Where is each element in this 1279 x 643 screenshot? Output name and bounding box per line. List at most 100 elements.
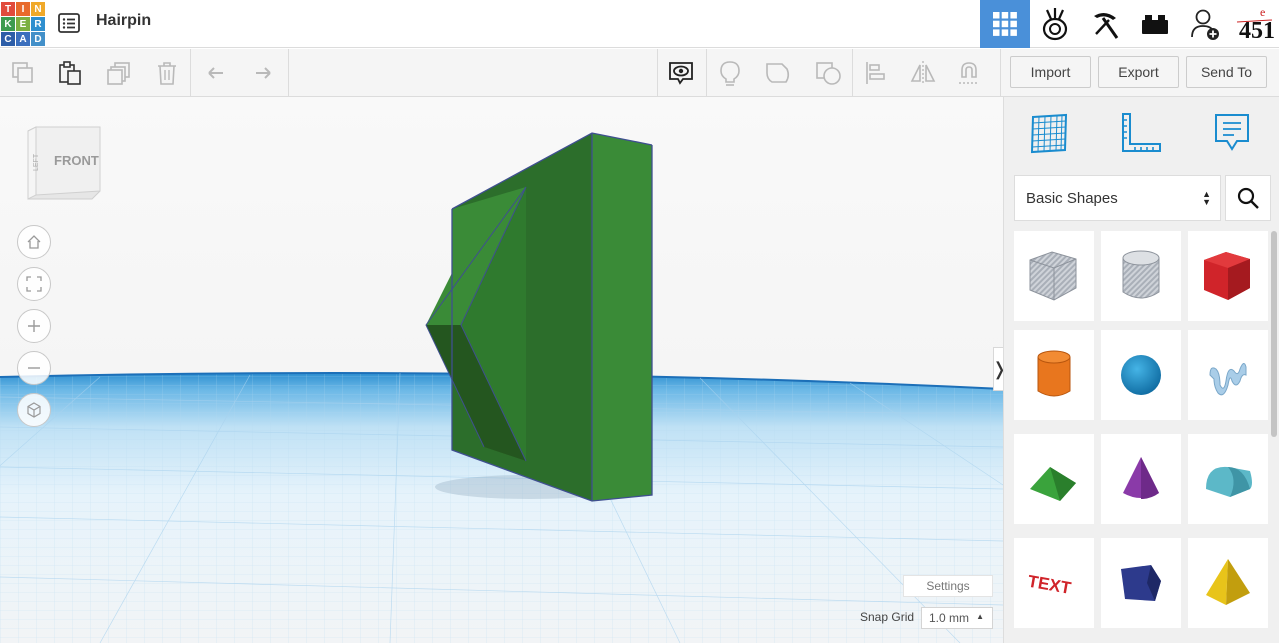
tinkercad-editor: TINKERCAD Hairpin 451 e Import Export Se… (0, 0, 1279, 643)
shape-scribble[interactable] (1188, 330, 1268, 420)
align-button[interactable] (860, 57, 892, 89)
light-bulb-button[interactable] (714, 57, 746, 89)
avatar-image: 451 e (1236, 5, 1275, 44)
shape-category-value: Basic Shapes (1026, 189, 1118, 207)
settings-button[interactable]: Settings (903, 575, 993, 597)
workplane-viewport[interactable]: FRONT LEFT Settings Snap Grid 1.0 mm ▲ (0, 97, 1003, 643)
shape-category-select[interactable]: Basic Shapes ▲ ▼ (1014, 175, 1221, 221)
snap-grid-select[interactable]: 1.0 mm ▲ (921, 607, 993, 629)
3d-scene[interactable] (0, 97, 1003, 643)
shape-cone[interactable] (1101, 434, 1181, 524)
design-menu-button[interactable] (57, 11, 81, 35)
grid-icon (993, 12, 1017, 36)
group-button[interactable] (762, 57, 794, 89)
circuits-icon (1042, 8, 1068, 41)
ungroup-icon (816, 62, 841, 85)
eye-speech-bubble-icon (669, 62, 693, 85)
delete-button[interactable] (151, 57, 183, 89)
note-icon (1215, 114, 1249, 151)
shape-cylinder[interactable] (1014, 330, 1094, 420)
paste-button[interactable] (54, 57, 86, 89)
tinkercad-logo[interactable]: TIN KER CAD (0, 1, 45, 46)
light-bulb-icon (720, 61, 740, 86)
box-icon (1204, 252, 1250, 300)
panel-scrollbar[interactable] (1271, 231, 1277, 437)
user-avatar[interactable]: 451 e (1230, 0, 1279, 48)
snap-grid-value: 1.0 mm (929, 611, 970, 625)
shape-roof[interactable] (1014, 434, 1094, 524)
view-cube-front-label[interactable]: FRONT (54, 153, 99, 168)
view-cube-widget[interactable]: FRONT LEFT (24, 123, 104, 203)
copy-icon (12, 62, 33, 83)
toolbar-divider (190, 49, 191, 97)
view-cube-left-label[interactable]: LEFT (33, 153, 40, 171)
logo-letter: K (1, 17, 15, 31)
logo-letter: N (31, 2, 45, 16)
shape-pyramid[interactable] (1188, 538, 1268, 628)
undo-icon (208, 67, 223, 79)
import-button[interactable]: Import (1010, 56, 1091, 88)
fit-all-icon (26, 276, 42, 292)
workplane-tab[interactable] (1027, 111, 1071, 155)
logo-letter: A (16, 32, 30, 46)
ruler-tab[interactable] (1118, 111, 1162, 155)
copy-button[interactable] (7, 57, 39, 89)
3d-design-view-button[interactable] (980, 0, 1030, 48)
view-cube[interactable]: FRONT LEFT (24, 123, 104, 208)
cylinder-hole-icon (1122, 250, 1160, 299)
ungroup-button[interactable] (812, 57, 844, 89)
send-to-button[interactable]: Send To (1186, 56, 1267, 88)
clipboard-icon (59, 61, 81, 85)
trash-icon (158, 62, 176, 85)
circuits-view-button[interactable] (1030, 0, 1080, 48)
zoom-out-button[interactable] (17, 351, 51, 385)
invite-user-button[interactable] (1180, 0, 1230, 48)
shape-polygon[interactable] (1101, 538, 1181, 628)
magnet-icon (959, 62, 979, 84)
logo-letter: I (16, 2, 30, 16)
codeblocks-view-button[interactable] (1080, 0, 1130, 48)
fit-view-button[interactable] (17, 267, 51, 301)
cylinder-icon (1037, 350, 1071, 397)
text-shape-icon: TEXT (1026, 572, 1073, 598)
redo-button[interactable] (247, 57, 279, 89)
toolbar-divider (706, 49, 707, 97)
edit-toolbar: Import Export Send To (0, 49, 1279, 97)
perspective-toggle-button[interactable] (17, 393, 51, 427)
mirror-icon (910, 61, 936, 85)
workplane-grid-icon (1030, 113, 1068, 154)
logo-letter: D (31, 32, 45, 46)
add-user-icon (1191, 9, 1219, 40)
duplicate-button[interactable] (103, 57, 135, 89)
duplicate-icon (107, 62, 130, 85)
shape-round-roof[interactable] (1188, 434, 1268, 524)
shape-box[interactable] (1188, 231, 1268, 321)
sphere-icon (1121, 355, 1161, 395)
polygon-icon (1121, 565, 1161, 601)
shape-cylinder-hole[interactable] (1101, 231, 1181, 321)
design-title[interactable]: Hairpin (96, 12, 151, 30)
lego-brick-icon (1142, 15, 1168, 34)
svg-text:TEXT: TEXT (1026, 572, 1073, 598)
notes-tool-button[interactable] (665, 57, 697, 89)
zoom-in-button[interactable] (17, 309, 51, 343)
cruise-button[interactable] (953, 57, 985, 89)
toolbar-divider (1000, 49, 1001, 97)
box-hole-icon (1029, 251, 1077, 301)
shape-search-button[interactable] (1225, 175, 1271, 221)
shape-sphere[interactable] (1101, 330, 1181, 420)
group-icon (766, 63, 790, 83)
caret-up-icon: ▲ (976, 612, 984, 621)
shape-box-hole[interactable] (1014, 231, 1094, 321)
notes-tab[interactable] (1210, 111, 1254, 155)
home-view-button[interactable] (17, 225, 51, 259)
shape-text[interactable]: TEXT (1014, 538, 1094, 628)
pickaxe-icon (1094, 12, 1119, 39)
undo-button[interactable] (200, 57, 232, 89)
export-button[interactable]: Export (1098, 56, 1179, 88)
mirror-button[interactable] (907, 57, 939, 89)
list-icon (58, 13, 80, 33)
snap-grid-label: Snap Grid (860, 610, 915, 624)
toolbar-divider (288, 49, 289, 97)
bricks-view-button[interactable] (1130, 0, 1180, 48)
